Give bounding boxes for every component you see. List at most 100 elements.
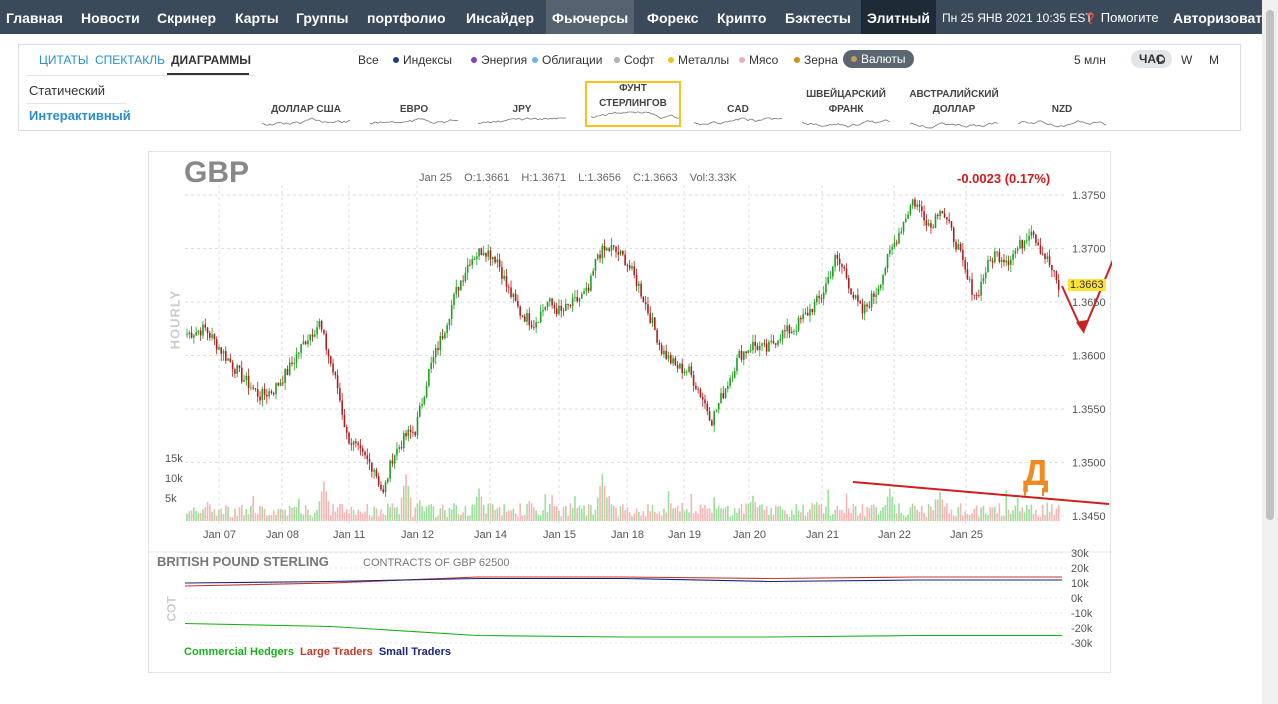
candle-body (560, 305, 563, 311)
volume-bar (373, 506, 375, 521)
nav-item-7[interactable]: Фьючерсы (546, 0, 635, 34)
volume-bar (546, 512, 549, 521)
nav-item-6[interactable]: Инсайдер (466, 0, 534, 34)
price-chart[interactable]: 1.3750 1.3700 1.3650 1.3600 1.3550 1.3500 1.34… (149, 152, 1112, 674)
candle-body (889, 249, 891, 254)
volume-bar (361, 513, 364, 521)
currency-5[interactable]: ШВЕЙЦАРСКИЙ ФРАНК (798, 83, 894, 131)
candles (186, 197, 1060, 497)
currency-7[interactable]: NZD (1014, 83, 1110, 131)
volume-bar (393, 507, 396, 521)
candle-body (800, 318, 802, 320)
candle-body (1057, 279, 1060, 290)
candle-body (1007, 260, 1010, 265)
candle-body (313, 334, 316, 337)
volume-bar (644, 516, 647, 521)
volume-bar (599, 485, 601, 521)
scrollbar-thumb[interactable] (1266, 10, 1274, 520)
volume-bar (583, 505, 585, 521)
candle-body (213, 334, 216, 340)
candle-body (398, 447, 401, 449)
volume-bar (934, 499, 937, 521)
nav-item-5[interactable]: портфолио (367, 0, 446, 34)
filter-6[interactable]: Мясо (739, 53, 778, 67)
filter-3[interactable]: Облигации (532, 53, 602, 67)
candle-body (375, 470, 378, 477)
volume-bar (1057, 504, 1060, 521)
volume-bar (428, 504, 430, 521)
volume-bar (966, 513, 969, 521)
nav-item-2[interactable]: Скринер (157, 0, 216, 34)
filter-4[interactable]: Софт (614, 53, 654, 67)
filter-0[interactable]: Все (358, 53, 379, 67)
nav-item-0[interactable]: Главная (6, 0, 63, 34)
volume-bar (784, 510, 786, 521)
candle-body (350, 443, 353, 445)
nav-item-9[interactable]: Крипто (717, 0, 766, 34)
candle-body (473, 259, 476, 260)
volume-bar (642, 511, 645, 521)
y-tick-label: 1.3700 (1072, 244, 1106, 256)
nav-item-8[interactable]: Форекс (647, 0, 698, 34)
volume-bar (1044, 515, 1046, 521)
volume-bar (464, 505, 467, 521)
filter-label: Софт (624, 53, 655, 67)
timeframe-1[interactable]: ЧАС (1131, 50, 1173, 68)
filter-1[interactable]: Индексы (393, 53, 452, 67)
volume-bar (528, 500, 531, 521)
candle-body (464, 272, 467, 282)
volume-bar (822, 513, 825, 521)
currency-3[interactable]: ФУНТ СТЕРЛИНГОВ (585, 81, 681, 127)
timeframe-2[interactable]: D (1157, 53, 1166, 67)
page-scrollbar[interactable] (1262, 0, 1278, 704)
volume-bar (964, 511, 966, 521)
volume-bar (510, 510, 512, 521)
filter-8[interactable]: Валюты (843, 50, 914, 68)
volume-bar (957, 507, 960, 521)
currency-6[interactable]: АВСТРАЛИЙСКИЙ ДОЛЛАР (906, 83, 1002, 131)
candle-body (528, 313, 531, 326)
volume-bar (952, 515, 955, 521)
currency-1[interactable]: ЕВРО (366, 83, 462, 131)
currency-4[interactable]: CAD (690, 83, 786, 131)
nav-item-1[interactable]: Новости (81, 0, 140, 34)
volume-bar (683, 511, 686, 521)
volume-bar (418, 500, 421, 521)
tab-2[interactable]: ДИАГРАММЫ (171, 53, 251, 67)
user-annotations[interactable] (852, 154, 1112, 505)
currency-0[interactable]: ДОЛЛАР США (258, 83, 354, 131)
volume-bar (341, 504, 343, 521)
candle-body (688, 366, 690, 372)
candle-body (282, 382, 284, 384)
mode-1[interactable]: Интерактивный (29, 108, 131, 123)
ohlc-volume: Vol:3.33K (689, 172, 737, 184)
nav-item-10[interactable]: Бэктесты (785, 0, 851, 34)
candle-body (302, 341, 305, 345)
candle-body (240, 367, 243, 382)
volume-bar (797, 510, 800, 521)
candle-body (713, 411, 715, 426)
currency-2[interactable]: JPY (474, 83, 570, 131)
timeframe-4[interactable]: M (1209, 53, 1219, 67)
filter-5[interactable]: Металлы (668, 53, 729, 67)
volume-bar (400, 497, 403, 521)
mode-0[interactable]: Статический (29, 83, 105, 98)
tab-0[interactable]: ЦИТАТЫ (39, 53, 88, 67)
candle-body (300, 344, 302, 353)
candle-body (738, 350, 741, 358)
candle-body (642, 296, 645, 303)
nav-item-11[interactable]: Элитный (861, 0, 936, 34)
timeframe-0[interactable]: 5 млн (1074, 53, 1106, 67)
candle-body (950, 221, 953, 228)
candle-body (936, 214, 939, 217)
nav-item-3[interactable]: Карты (235, 0, 279, 34)
login-link[interactable]: Авторизоваться (1173, 0, 1262, 34)
filter-7[interactable]: Зерна (794, 53, 838, 67)
candle-body (790, 331, 793, 334)
filter-2[interactable]: Энергия (471, 53, 527, 67)
help-link[interactable]: ❓ Помогите (1084, 0, 1159, 34)
tab-1[interactable]: СПЕКТАКЛЬ (95, 53, 165, 67)
nav-item-4[interactable]: Группы (296, 0, 348, 34)
volume-bar (261, 506, 264, 521)
timeframe-3[interactable]: W (1181, 53, 1192, 67)
